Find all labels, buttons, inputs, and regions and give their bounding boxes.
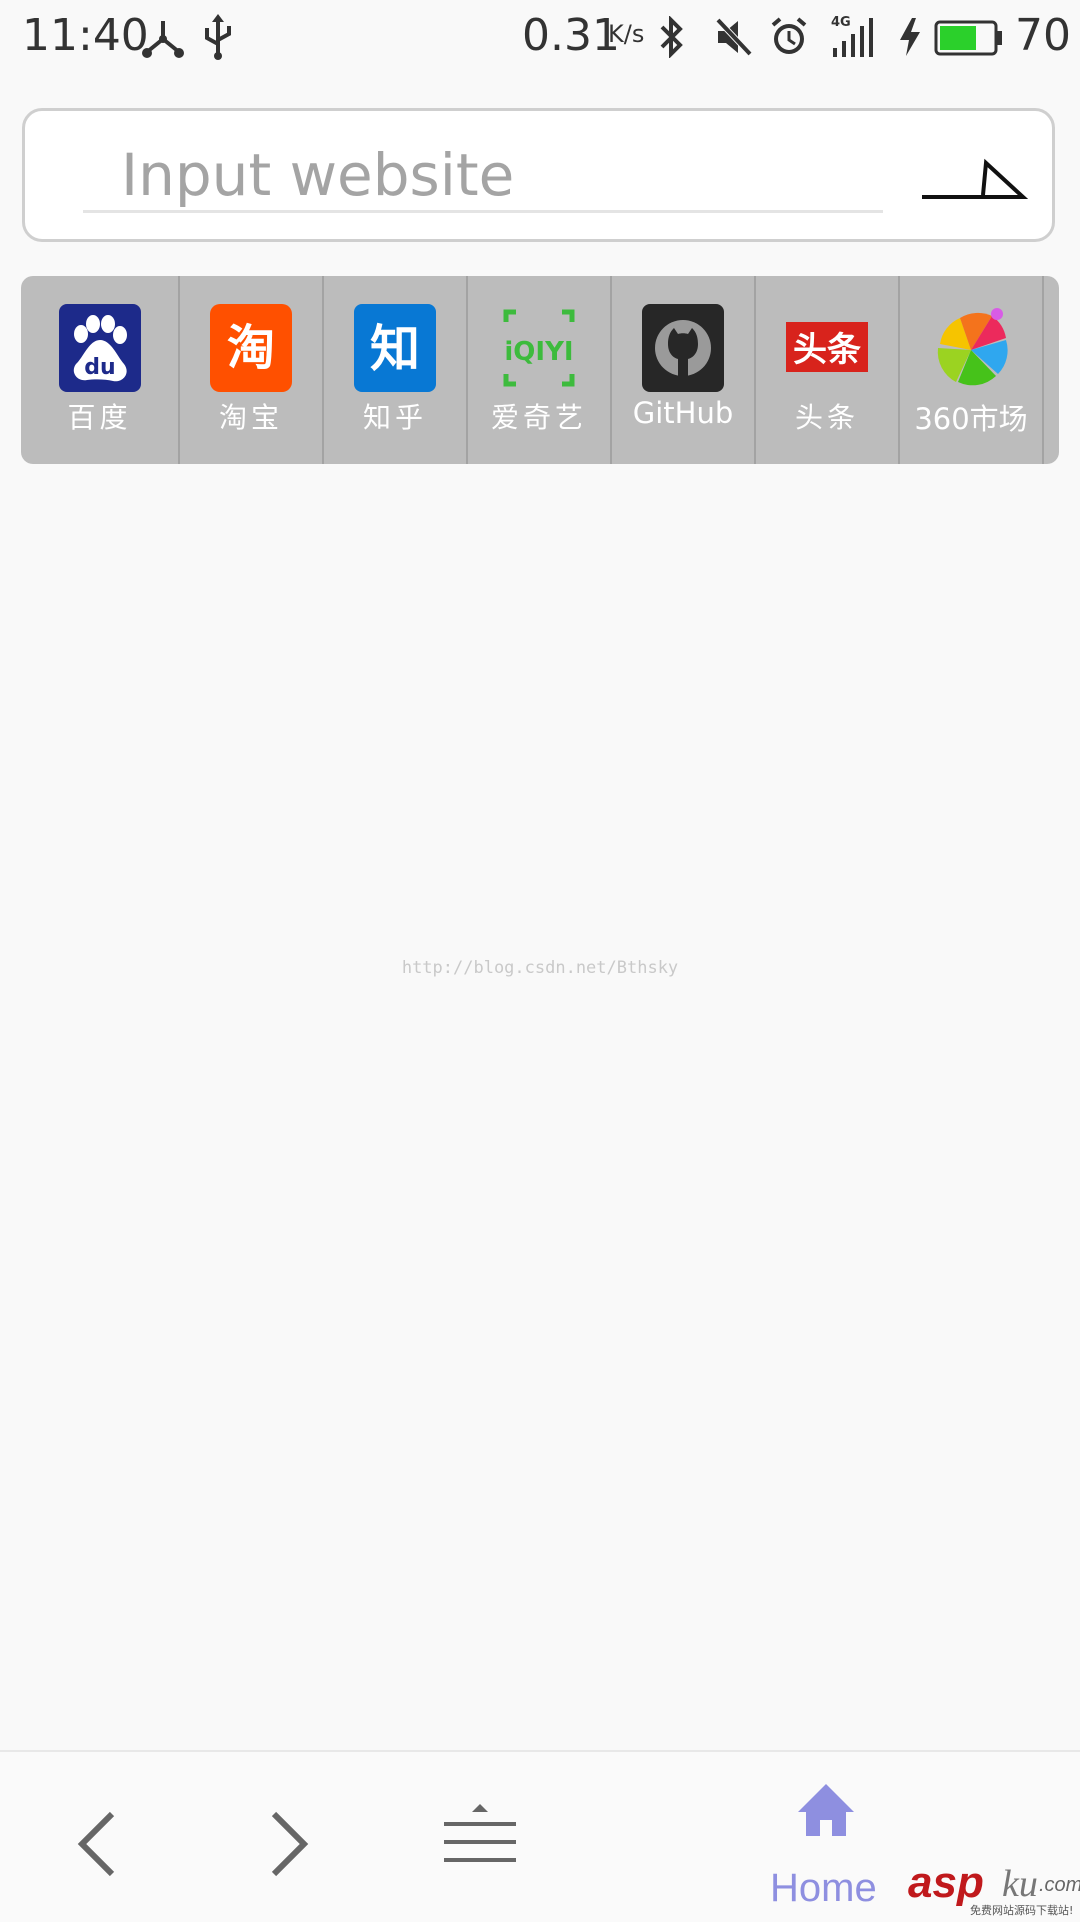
shortcut-baidu[interactable]: du 百度 (21, 276, 180, 464)
baidu-icon: du (58, 304, 141, 392)
charging-icon (900, 18, 920, 56)
battery-percent: 70 (1015, 10, 1071, 61)
shortcut-label: 头条 (794, 401, 859, 434)
shortcut-zhihu[interactable]: 知 知乎 (324, 276, 468, 464)
url-bar (22, 108, 1055, 242)
network-speed: 0.31 (522, 10, 620, 61)
svg-text:du: du (84, 355, 115, 380)
svg-text:4G: 4G (831, 15, 851, 30)
url-input[interactable] (83, 139, 883, 213)
watermark-text: http://blog.csdn.net/Bthsky (401, 958, 679, 978)
360-market-icon (937, 308, 1008, 386)
status-bar: 11:40 0.31 K/s 4G 70 (0, 0, 1080, 75)
alarm-icon (771, 17, 807, 54)
shortcut-label: 爱奇艺 (490, 401, 587, 434)
shortcut-github[interactable]: GitHub (612, 276, 756, 464)
chevron-left-icon[interactable] (68, 1806, 128, 1882)
shortcut-label: 百度 (67, 401, 132, 434)
svg-text:头条: 头条 (793, 330, 861, 370)
bluetooth-icon (660, 16, 683, 58)
shortcut-taobao[interactable]: 淘 淘宝 (180, 276, 324, 464)
brand-com: .com (1039, 1874, 1080, 1896)
shortcut-iqiyi[interactable]: iQIYI 爱奇艺 (468, 276, 612, 464)
shortcuts-bar: du 百度 淘 淘宝 知 知乎 iQIYI 爱奇艺 GitHub 头条 头条 3… (21, 276, 1059, 464)
brand-subtitle: 免费网站源码下载站! (970, 1904, 1074, 1917)
brand-asp: asp (908, 1858, 984, 1907)
svg-text:iQIYI: iQIYI (504, 337, 573, 367)
home-icon (798, 1784, 854, 1836)
zhihu-icon: 知 (354, 304, 436, 392)
shortcut-label: 淘宝 (218, 401, 283, 434)
hub-icon (142, 21, 184, 58)
network-speed-unit: K/s (608, 20, 645, 48)
mute-icon (715, 17, 753, 57)
status-time: 11:40 (22, 10, 149, 61)
shortcut-label: 360市场 (914, 402, 1028, 436)
shortcut-toutiao[interactable]: 头条 头条 (756, 276, 900, 464)
github-icon (642, 304, 724, 392)
shortcut-label: 知乎 (362, 401, 427, 434)
usb-icon (205, 14, 231, 60)
iqiyi-icon: iQIYI (503, 309, 575, 387)
signal-icon: 4G (831, 15, 873, 57)
menu-icon[interactable] (440, 1800, 520, 1880)
shortcut-label: GitHub (632, 396, 734, 430)
shortcut-360-market[interactable]: 360市场 (900, 276, 1044, 464)
svg-text:知: 知 (370, 320, 420, 378)
svg-text:淘: 淘 (227, 320, 275, 376)
battery-icon (934, 20, 1002, 56)
toutiao-icon: 头条 (786, 322, 868, 372)
brand-logo: asp ku .com 免费网站源码下载站! (908, 1858, 1080, 1918)
home-label: Home (770, 1866, 877, 1910)
brand-ku: ku (1002, 1863, 1038, 1905)
home-button[interactable]: Home (760, 1782, 890, 1922)
go-arrow-icon[interactable] (898, 141, 1028, 211)
chevron-right-icon[interactable] (258, 1806, 318, 1882)
taobao-icon: 淘 (210, 304, 292, 392)
